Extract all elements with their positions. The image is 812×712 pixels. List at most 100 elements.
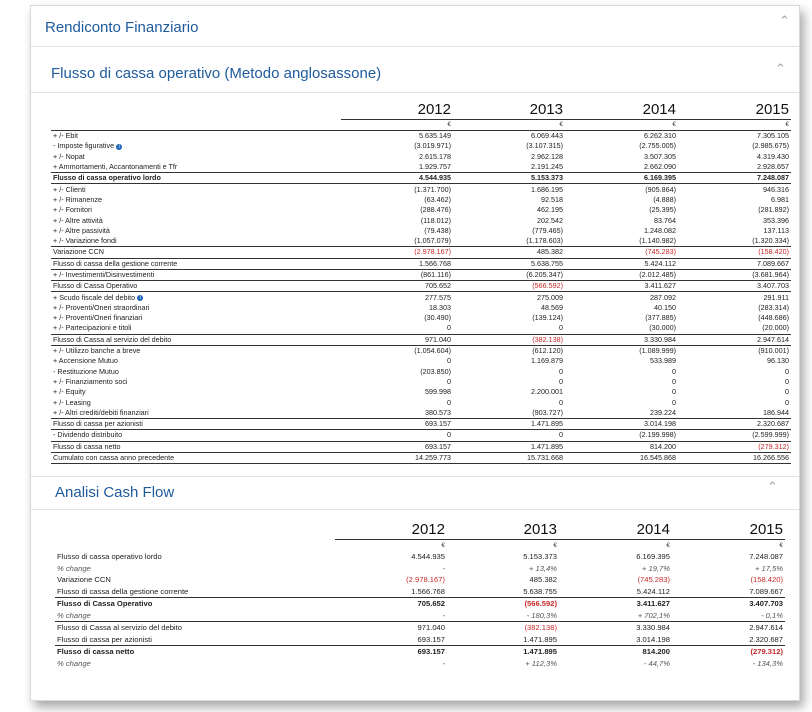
table-cell: (1.054.604): [414, 346, 451, 356]
table-cell: (1.140.982): [639, 236, 676, 246]
table-row: + /- Proventi/Oneri straordinari 18.303 48…: [51, 303, 791, 313]
table-cell: 5.153.373: [523, 552, 557, 562]
table-cell: (118.012): [420, 215, 451, 225]
row-label: + /- Proventi/Oneri straordinari: [53, 302, 150, 312]
table-cell: 705.652: [417, 599, 445, 609]
collapse-panel-chevron-up-icon[interactable]: ⌃: [779, 14, 790, 29]
row-label: Flusso di cassa operativo lordo: [53, 173, 161, 183]
table-cell: + 13,4%: [528, 563, 557, 573]
table-cell: (745.283): [637, 575, 670, 585]
table-cell: (139.124): [532, 313, 563, 323]
table-cell: (382.138): [453, 333, 565, 346]
table-cell: 7.305.105: [678, 130, 791, 142]
table-row: % change - - 180,3% + 702,1% - 0,1%: [55, 609, 785, 622]
row-label: + /- Variazione fondi: [53, 236, 117, 246]
row-label: % change: [57, 658, 91, 668]
financial-statement-panel: Rendiconto Finanziario ⌃ Flusso di cassa…: [30, 5, 800, 701]
table-row: Flusso di cassa netto 693.157 1.471.895 814…: [55, 646, 785, 658]
table-cell: (279.312): [678, 441, 791, 453]
table-cell: 814.200: [565, 441, 678, 453]
table-cell: 3.411.627: [565, 280, 678, 293]
table-cell: 0: [785, 376, 789, 386]
row-label: + Accensione Mutuo: [53, 356, 118, 366]
row-label: % change: [57, 610, 91, 620]
table-row: Flusso di cassa operativo lordo 4.544.935…: [51, 172, 791, 185]
table-cell: 2.615.178: [419, 151, 451, 161]
table-cell: 3.411.627: [636, 599, 670, 609]
table-row: + /- Utilizzo banche a breve (1.054.604) (…: [51, 345, 791, 356]
table-cell: 277.575: [425, 292, 451, 302]
table-cell: 40.150: [654, 302, 676, 312]
table-row: + Ammortamenti, Accantonamenti e Tfr 1.92…: [51, 162, 791, 173]
table-cell: 4.544.935: [341, 172, 453, 185]
table-cell: 5.424.112: [559, 585, 672, 598]
table-cell: (903.727): [532, 407, 563, 417]
table-cell: 83.764: [654, 215, 676, 225]
table-cell: 3.014.198: [565, 418, 678, 431]
table-cell: (1.371.700): [414, 184, 451, 194]
table-cell: + 17,5%: [754, 563, 783, 573]
table-cell: (20.000): [762, 323, 789, 333]
table-cell: 0: [559, 323, 563, 333]
year-header: 2012: [417, 101, 451, 118]
operating-cash-flow-table: 2012 2013 2014 2015 € € € € + /- Ebit 5.635.1…: [51, 101, 791, 465]
panel-title: Rendiconto Finanziario: [45, 19, 199, 36]
info-icon[interactable]: i: [116, 143, 123, 150]
row-label: Flusso di cassa della gestione corrente: [57, 586, 189, 596]
table-row: + /- Altri crediti/debiti finanziari 380.…: [51, 408, 791, 419]
currency-label: €: [559, 539, 672, 551]
table-cell: 485.382: [453, 246, 565, 259]
table-cell: 6.169.395: [636, 552, 670, 562]
table-cell: 5.638.755: [447, 585, 559, 598]
row-label: Flusso di Cassa al servizio del debito: [57, 623, 182, 633]
row-label: % change: [57, 563, 91, 573]
table-cell: (2.755.005): [639, 141, 676, 151]
table-cell: (2.012.485): [565, 269, 678, 282]
collapse-section-chevron-up-icon[interactable]: ⌃: [775, 62, 786, 77]
table-row: - Imposte figurative i (3.019.971) (3.107.3…: [51, 141, 791, 151]
table-row: + /- Ebit 5.635.149 6.069.443 6.262.310 7.30…: [51, 130, 791, 142]
table-row: + /- Altre passività (79.438) (779.465) 1.2…: [51, 226, 791, 236]
collapse-section-chevron-up-icon[interactable]: ⌃: [767, 480, 778, 495]
table-row: % change - + 13,4% + 19,7% + 17,5%: [55, 563, 785, 575]
table-cell: -: [442, 658, 445, 668]
table-cell: (2.978.167): [406, 575, 445, 585]
section-title-operating-cash-flow: Flusso di cassa operativo (Metodo anglos…: [51, 65, 382, 82]
table-cell: 48.569: [541, 302, 563, 312]
row-label: Flusso di cassa operativo lordo: [57, 552, 162, 562]
table-row: + /- Partecipazioni e titoli 0 0 (30.000) (2…: [51, 323, 791, 334]
table-cell: 6.262.310: [565, 130, 678, 142]
table-cell: 3.330.984: [565, 333, 678, 346]
table-cell: (1.089.999): [639, 346, 676, 356]
table-cell: 0: [559, 397, 563, 407]
table-cell: 6.169.395: [565, 172, 678, 185]
row-label: + /- Finanziamento soci: [53, 376, 128, 386]
table-cell: 1.686.195: [531, 184, 563, 194]
row-label: Flusso di Cassa Operativo: [53, 281, 138, 291]
table-cell: 2.962.128: [531, 151, 563, 161]
row-label: - Imposte figurative: [53, 141, 115, 151]
year-header: 2014: [636, 521, 670, 538]
table-cell: 485.382: [529, 575, 557, 585]
table-row: Flusso di cassa per azionisti 693.157 1.47…: [51, 418, 791, 431]
table-cell: 462.195: [537, 205, 563, 215]
table-row: % change - + 112,3% - 44,7% - 134,3%: [55, 658, 785, 670]
currency-label: €: [678, 119, 791, 131]
table-cell: 0: [447, 323, 451, 333]
row-label: Cumulato con cassa anno precedente: [53, 453, 175, 463]
table-cell: 599.998: [425, 387, 451, 397]
table-cell: 380.573: [425, 407, 451, 417]
table-row: Flusso di cassa della gestione corrente 1…: [51, 258, 791, 270]
row-label: Flusso di cassa netto: [57, 647, 135, 657]
row-label: + /- Ebit: [53, 131, 78, 141]
table-cell: (288.476): [420, 205, 451, 215]
table-row: Flusso di cassa netto 693.157 1.471.895 814…: [51, 441, 791, 453]
info-icon[interactable]: i: [137, 294, 144, 301]
table-cell: 7.089.667: [672, 585, 785, 598]
table-cell: + 19,7%: [641, 563, 670, 573]
year-header: 2015: [755, 101, 789, 118]
table-cell: 0: [785, 366, 789, 376]
row-label: Variazione CCN: [53, 247, 104, 257]
table-row: + /- Altre attività (118.012) 202.542 83.76…: [51, 215, 791, 225]
table-cell: (1.320.334): [752, 236, 789, 246]
